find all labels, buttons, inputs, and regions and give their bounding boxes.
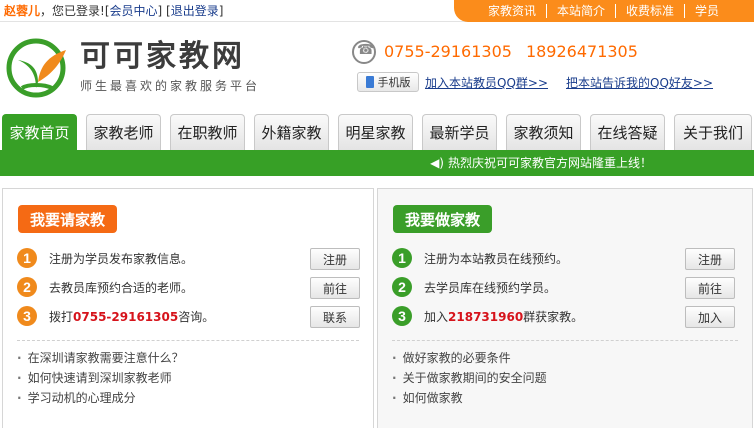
hire-step-3-text: 拨打0755-29161305咨询。 (49, 309, 214, 325)
member-center-link[interactable]: 会员中心 (110, 4, 158, 18)
top-links: 家教资讯 本站简介 收费标准 学员 (454, 0, 754, 22)
tip-link[interactable]: 学习动机的心理成分 (17, 388, 184, 408)
tutor-step-3-text: 加入218731960群获家教。 (424, 309, 583, 325)
logout-link[interactable]: 退出登录 (171, 4, 219, 18)
hire-step-2: 2 去教员库预约合适的老师。 前往 (17, 277, 360, 299)
speaker-icon: ◀) (430, 156, 444, 170)
divider (392, 340, 738, 341)
phone-numbers: 0755-29161305 18926471305 (384, 42, 638, 62)
phone-number-1: 0755-29161305 (384, 42, 512, 61)
hire-step-1-text: 注册为学员发布家教信息。 (49, 252, 194, 266)
site-logo-text[interactable]: 可可家教网 (80, 40, 245, 74)
join-qq-group-link[interactable]: 加入本站教员QQ群>> (425, 74, 548, 91)
tutor-step-1-text: 注册为本站教员在线预约。 (424, 252, 569, 266)
tip-link[interactable]: 在深圳请家教需要注意什么？ (17, 348, 184, 368)
main-nav: 家教首页 家教老师 在职教师 外籍家教 明星家教 最新学员 家教须知 在线答疑 … (0, 114, 754, 150)
divider (17, 340, 359, 341)
step-number-badge: 3 (392, 306, 412, 326)
nav-tab-guidelines[interactable]: 家教须知 (506, 114, 581, 150)
tip-link[interactable]: 如何做家教 (392, 388, 547, 408)
step-number-badge: 2 (392, 277, 412, 297)
hire-register-button[interactable]: 注册 (310, 248, 360, 270)
tutor-tips-list: 做好家教的必要条件 关于做家教期间的安全问题 如何做家教 (392, 348, 547, 408)
phone-icon (352, 40, 376, 64)
toplink-tutoring-news[interactable]: 家教资讯 (478, 4, 546, 18)
tip-link[interactable]: 关于做家教期间的安全问题 (392, 368, 547, 388)
phone-number-2: 18926471305 (525, 42, 638, 61)
toplink-students[interactable]: 学员 (684, 4, 729, 18)
username: 赵蓉儿 (4, 4, 41, 18)
top-bar: 赵蓉儿，您已登录![会员中心] [退出登录] 家教资讯 本站简介 收费标准 学员 (0, 0, 754, 22)
announcement-bar: ◀) 热烈庆祝可可家教官方网站隆重上线！ (0, 150, 754, 176)
tip-link[interactable]: 做好家教的必要条件 (392, 348, 547, 368)
nav-tab-foreign-tutors[interactable]: 外籍家教 (254, 114, 329, 150)
tutor-step-1: 1 注册为本站教员在线预约。 注册 (392, 248, 735, 270)
step-number-badge: 1 (17, 248, 37, 268)
announcement: ◀) 热烈庆祝可可家教官方网站隆重上线！ (430, 155, 652, 171)
site-slogan: 师生最喜欢的家教服务平台 (80, 79, 261, 93)
hire-tutor-title: 我要请家教 (18, 205, 118, 233)
nav-tab-online-qa[interactable]: 在线答疑 (590, 114, 665, 150)
nav-tab-home[interactable]: 家教首页 (2, 114, 77, 150)
logged-in-text: ，您已登录! (40, 4, 105, 18)
tell-qq-friends-link[interactable]: 把本站告诉我的QQ好友>> (566, 74, 713, 91)
announcement-text: 热烈庆祝可可家教官方网站隆重上线！ (447, 156, 652, 170)
mobile-version-label: 手机版 (377, 76, 411, 89)
step-number-badge: 2 (17, 277, 37, 297)
tutor-step-2: 2 去学员库在线预约学员。 前往 (392, 277, 735, 299)
nav-tab-about-us[interactable]: 关于我们 (674, 114, 752, 150)
tip-link[interactable]: 如何快速请到深圳家教老师 (17, 368, 184, 388)
hire-step-3: 3 拨打0755-29161305咨询。 联系 (17, 306, 360, 328)
hire-tips-list: 在深圳请家教需要注意什么？ 如何快速请到深圳家教老师 学习动机的心理成分 (17, 348, 184, 408)
mobile-phone-icon (365, 76, 374, 88)
tutor-register-button[interactable]: 注册 (685, 248, 735, 270)
nav-tab-star-tutors[interactable]: 明星家教 (338, 114, 413, 150)
toplink-about-site[interactable]: 本站简介 (546, 4, 615, 18)
hire-step-2-text: 去教员库预约合适的老师。 (49, 281, 194, 295)
become-tutor-panel: 我要做家教 1 注册为本站教员在线预约。 注册 2 去学员库在线预约学员。 前往… (377, 188, 753, 428)
hire-step-1: 1 注册为学员发布家教信息。 注册 (17, 248, 360, 270)
hire-tutor-panel: 我要请家教 1 注册为学员发布家教信息。 注册 2 去教员库预约合适的老师。 前… (2, 188, 374, 428)
nav-tab-inservice-teachers[interactable]: 在职教师 (170, 114, 245, 150)
contact-phone-highlight: 0755-29161305 (73, 310, 179, 324)
step-number-badge: 3 (17, 306, 37, 326)
tutor-step-3: 3 加入218731960群获家教。 加入 (392, 306, 735, 328)
nav-tab-tutors[interactable]: 家教老师 (86, 114, 161, 150)
hire-goto-button[interactable]: 前往 (310, 277, 360, 299)
step-text-suffix: 咨询。 (178, 310, 215, 324)
tutor-goto-button[interactable]: 前往 (685, 277, 735, 299)
step-text-prefix: 加入 (424, 310, 449, 324)
step-number-badge: 1 (392, 248, 412, 268)
tutor-join-button[interactable]: 加入 (685, 306, 735, 328)
qq-group-highlight: 218731960 (448, 310, 524, 324)
login-info: 赵蓉儿，您已登录![会员中心] [退出登录] (4, 4, 224, 18)
tutor-step-2-text: 去学员库在线预约学员。 (424, 281, 557, 295)
mobile-version-button[interactable]: 手机版 (357, 72, 419, 92)
toplink-fees[interactable]: 收费标准 (615, 4, 684, 18)
hire-contact-button[interactable]: 联系 (310, 306, 360, 328)
nav-tab-new-students[interactable]: 最新学员 (422, 114, 497, 150)
logo-icon (6, 38, 66, 98)
become-tutor-title: 我要做家教 (393, 205, 493, 233)
step-text-suffix: 群获家教。 (523, 310, 584, 324)
step-text-prefix: 拨打 (49, 310, 74, 324)
